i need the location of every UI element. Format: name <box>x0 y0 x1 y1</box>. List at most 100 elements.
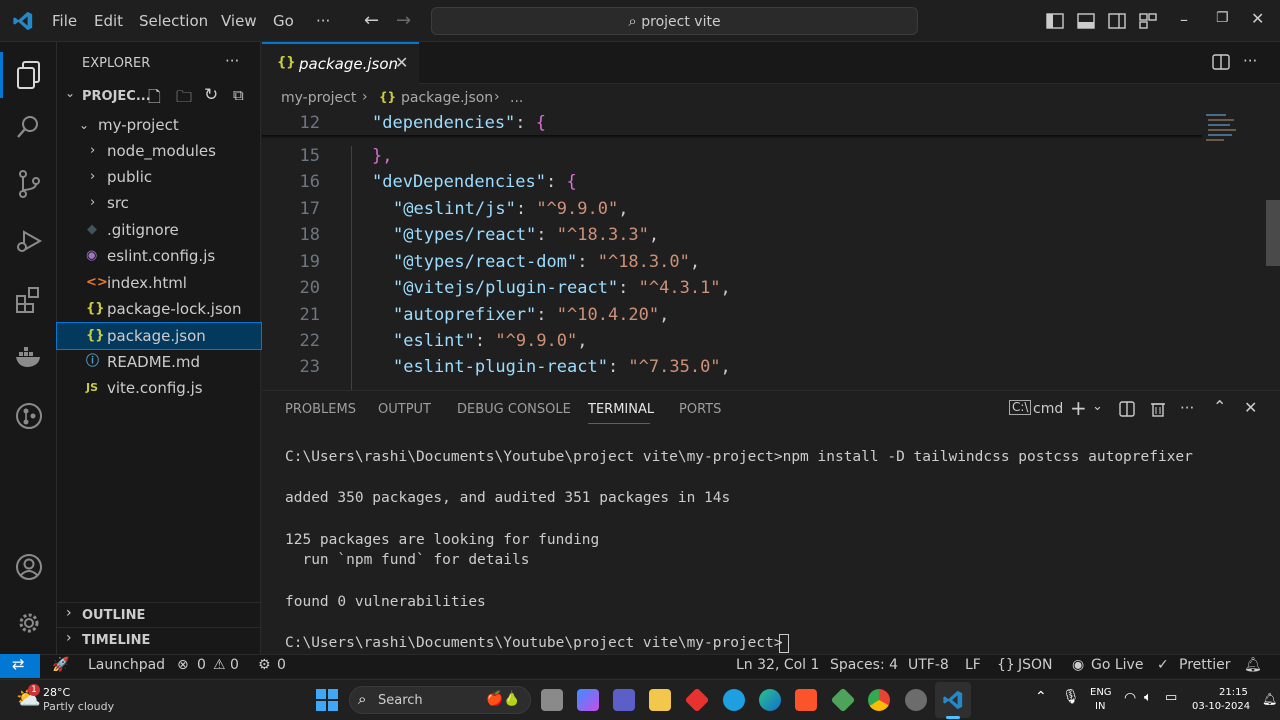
menu-go[interactable]: Go <box>273 12 294 30</box>
chrome-icon[interactable] <box>868 689 890 711</box>
minimap[interactable] <box>1204 110 1266 150</box>
obs-icon[interactable] <box>905 689 927 711</box>
breadcrumb-more[interactable]: ... <box>510 90 523 106</box>
brave-icon[interactable] <box>795 689 817 711</box>
editor-scrollbar[interactable] <box>1266 200 1280 266</box>
tree-file-package-lock[interactable]: {} package-lock.json <box>57 296 261 322</box>
new-folder-icon[interactable]: 🗀 <box>176 86 192 113</box>
search-icon[interactable] <box>10 108 48 146</box>
menu-selection[interactable]: Selection <box>139 12 208 30</box>
project-section-header[interactable]: ⌄ PROJEC... 🗋 🗀 ↻ ⧉ <box>57 85 261 109</box>
outline-section[interactable]: › OUTLINE <box>57 602 261 626</box>
taskbar-search[interactable]: ⌕ Search 🍎🍐 <box>349 686 531 714</box>
settings-gear-icon[interactable] <box>10 604 48 642</box>
customize-layout-icon[interactable] <box>1139 12 1157 30</box>
split-terminal-icon[interactable] <box>1119 401 1135 417</box>
tab-terminal[interactable]: TERMINAL <box>588 402 654 417</box>
tree-folder-public[interactable]: › public <box>57 164 261 190</box>
minimize-icon[interactable]: – <box>1180 10 1188 29</box>
ports-icon[interactable]: ⚙ <box>258 657 271 673</box>
clock-time[interactable]: 21:15 <box>1219 687 1248 698</box>
maximize-icon[interactable]: ❐ <box>1216 10 1229 26</box>
warning-icon[interactable]: ⚠ <box>213 657 226 673</box>
tree-file-index-html[interactable]: <> index.html <box>57 270 261 296</box>
tree-file-package-json[interactable]: {} package.json <box>56 322 262 350</box>
clock-date[interactable]: 03-10-2024 <box>1192 701 1250 712</box>
tree-file-gitignore[interactable]: ◆ .gitignore <box>57 217 261 243</box>
python-icon[interactable] <box>723 689 745 711</box>
menu-view[interactable]: View <box>221 12 257 30</box>
explorer-icon[interactable] <box>10 56 48 94</box>
trash-icon[interactable] <box>1150 400 1166 418</box>
docker-icon[interactable] <box>10 338 48 376</box>
extensions-icon[interactable] <box>10 281 48 319</box>
language-mode[interactable]: JSON <box>1018 657 1053 673</box>
ports-count[interactable]: 0 <box>277 657 286 673</box>
tray-chevron-icon[interactable]: ⌃ <box>1035 689 1047 705</box>
tab-output[interactable]: OUTPUT <box>378 402 431 417</box>
timeline-section[interactable]: › TIMELINE <box>57 627 261 651</box>
tree-file-eslint-config[interactable]: ◉ eslint.config.js <box>57 243 261 269</box>
toggle-primary-sidebar-icon[interactable] <box>1046 12 1064 30</box>
warning-count[interactable]: 0 <box>230 657 239 673</box>
cursor-position[interactable]: Ln 32, Col 1 <box>736 657 819 673</box>
file-explorer-icon[interactable] <box>649 689 671 711</box>
error-count[interactable]: 0 <box>197 657 206 673</box>
command-center[interactable]: ⌕ project vite <box>431 7 918 35</box>
git-graph-icon[interactable] <box>10 397 48 435</box>
account-icon[interactable] <box>10 548 48 586</box>
explorer-more-icon[interactable]: ··· <box>225 52 239 70</box>
breadcrumb-file[interactable]: package.json <box>401 90 493 106</box>
close-window-icon[interactable]: ✕ <box>1251 9 1264 28</box>
tree-folder-my-project[interactable]: ⌄ my-project <box>57 112 261 138</box>
split-editor-icon[interactable] <box>1212 53 1230 71</box>
tree-file-vite-config[interactable]: JS vite.config.js <box>57 375 261 401</box>
vscode-taskbar-icon[interactable] <box>942 689 964 711</box>
new-file-icon[interactable]: 🗋 <box>148 86 161 113</box>
edge-icon[interactable] <box>759 689 781 711</box>
breadcrumb-root[interactable]: my-project <box>281 90 356 106</box>
lang-secondary[interactable]: IN <box>1095 701 1105 712</box>
collapse-all-icon[interactable]: ⧉ <box>233 86 244 104</box>
menu-more[interactable]: ··· <box>316 12 330 30</box>
back-arrow-icon[interactable]: ← <box>364 10 379 31</box>
end-of-line[interactable]: LF <box>965 657 981 673</box>
bell-icon[interactable]: 🔔︎ <box>1244 657 1262 673</box>
remote-indicator[interactable]: ⇄ <box>0 654 40 678</box>
forward-arrow-icon[interactable]: → <box>396 10 411 31</box>
menu-file[interactable]: File <box>52 12 77 30</box>
notification-icon[interactable]: 🔔︎ <box>1262 692 1277 706</box>
tree-file-readme[interactable]: ⓘ README.md <box>57 349 261 375</box>
run-debug-icon[interactable] <box>10 222 48 260</box>
task-view-icon[interactable] <box>541 689 563 711</box>
launchpad-item[interactable]: Launchpad <box>88 657 165 673</box>
indentation[interactable]: Spaces: 4 <box>830 657 898 673</box>
lang-primary[interactable]: ENG <box>1090 687 1112 698</box>
code-editor[interactable]: 12 "dependencies": { 15 }, 16 "devDepend… <box>262 110 1280 390</box>
tab-package-json[interactable]: {} package.json ✕ <box>262 42 419 85</box>
wifi-icon[interactable]: ◠ <box>1124 690 1136 706</box>
maximize-panel-icon[interactable]: ⌃ <box>1213 397 1226 416</box>
panel-more-icon[interactable]: ··· <box>1180 399 1194 417</box>
tree-folder-src[interactable]: › src <box>57 190 261 216</box>
volume-icon[interactable]: 🔈︎ <box>1144 690 1152 705</box>
prettier-item[interactable]: Prettier <box>1179 657 1231 673</box>
source-control-icon[interactable] <box>10 165 48 203</box>
mic-icon[interactable]: 🎙︎ <box>1062 689 1080 705</box>
refresh-icon[interactable]: ↻ <box>204 85 218 105</box>
tab-problems[interactable]: PROBLEMS <box>285 402 356 417</box>
teams-icon[interactable] <box>613 689 635 711</box>
windows-start-icon[interactable] <box>316 689 338 711</box>
tab-debug-console[interactable]: DEBUG CONSOLE <box>457 402 571 417</box>
battery-icon[interactable]: ▭ <box>1165 690 1177 705</box>
terminal-prompt[interactable]: C:\Users\rashi\Documents\Youtube\project… <box>285 635 783 651</box>
go-live-item[interactable]: Go Live <box>1091 657 1143 673</box>
encoding[interactable]: UTF-8 <box>908 657 949 673</box>
close-panel-icon[interactable]: ✕ <box>1244 398 1257 417</box>
shell-name[interactable]: cmd <box>1033 401 1063 417</box>
menu-edit[interactable]: Edit <box>94 12 123 30</box>
copilot-icon[interactable] <box>577 689 599 711</box>
close-tab-icon[interactable]: ✕ <box>395 53 408 72</box>
new-terminal-icon[interactable]: + <box>1070 396 1087 420</box>
toggle-panel-icon[interactable] <box>1077 12 1095 30</box>
